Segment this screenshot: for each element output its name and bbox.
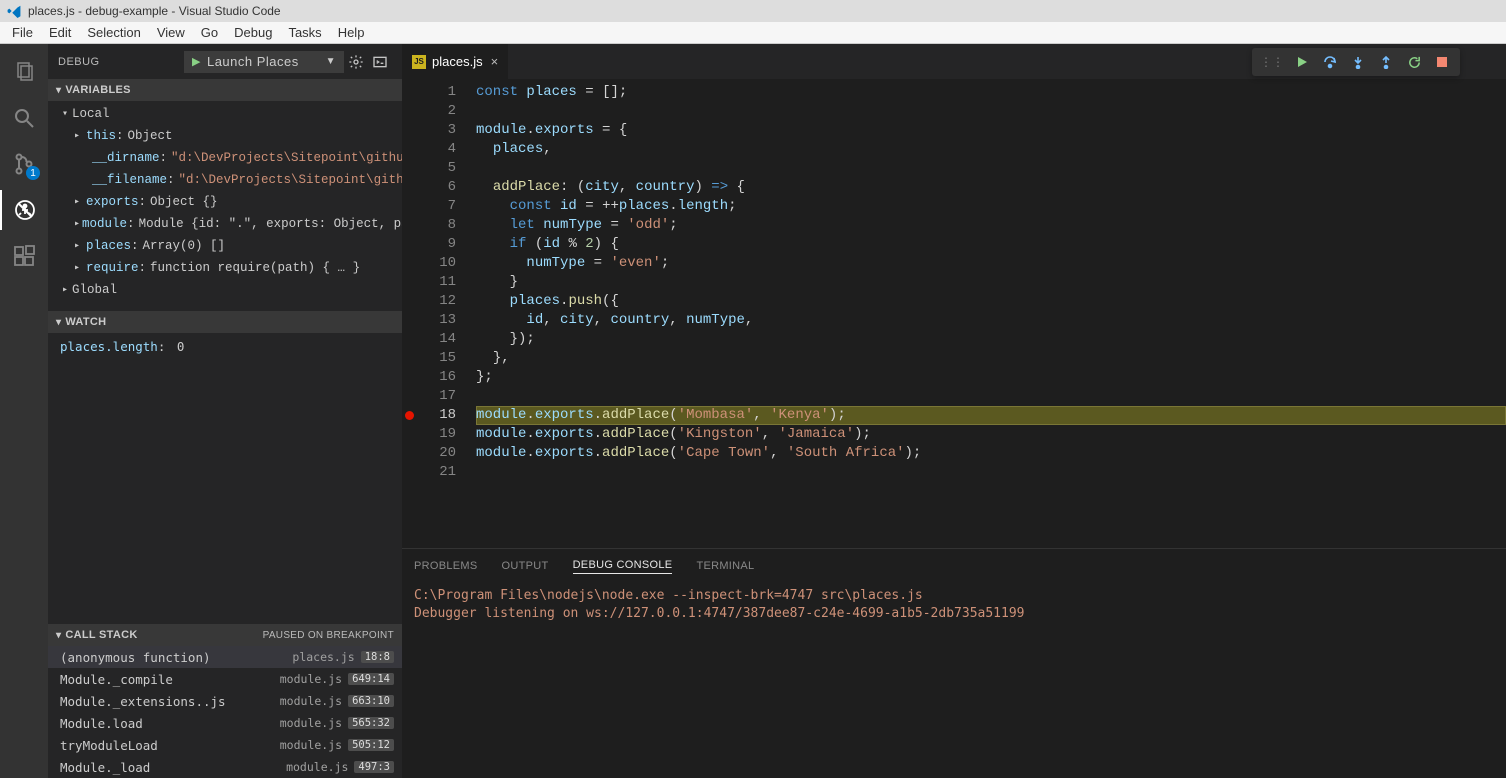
- chevron-down-icon: ▾: [56, 630, 61, 641]
- scope-global[interactable]: ▸ Global: [48, 279, 402, 301]
- start-debug-icon: ▶: [192, 55, 201, 68]
- step-over-button[interactable]: [1316, 48, 1344, 76]
- debug-console-output[interactable]: C:\Program Files\nodejs\node.exe --inspe…: [402, 583, 1506, 778]
- line-number-gutter: 123456789101112131415161718192021: [416, 79, 466, 548]
- tab-debug-console[interactable]: DEBUG CONSOLE: [573, 559, 673, 574]
- scope-label: Global: [72, 283, 117, 297]
- menu-file[interactable]: File: [4, 23, 41, 42]
- extensions-icon[interactable]: [0, 236, 48, 276]
- callstack-frame[interactable]: Module._loadmodule.js497:3: [48, 756, 402, 778]
- var-require[interactable]: ▸require: function require(path) { … }: [48, 257, 402, 279]
- menu-edit[interactable]: Edit: [41, 23, 79, 42]
- drag-handle-icon[interactable]: ⋮⋮: [1256, 55, 1288, 69]
- chevron-down-icon: ▾: [62, 108, 72, 120]
- chevron-down-icon: ▾: [56, 317, 61, 328]
- gear-icon[interactable]: [344, 50, 368, 74]
- menu-debug[interactable]: Debug: [226, 23, 280, 42]
- menu-go[interactable]: Go: [193, 23, 226, 42]
- debug-toolbar[interactable]: ⋮⋮: [1252, 48, 1460, 76]
- restart-button[interactable]: [1400, 48, 1428, 76]
- callstack-frame[interactable]: Module._compilemodule.js649:14: [48, 668, 402, 690]
- chevron-down-icon: ▼: [326, 56, 336, 67]
- var-module[interactable]: ▸module: Module {id: ".", exports: Objec…: [48, 213, 402, 235]
- editor-tabs: JS places.js × ⋮⋮: [402, 44, 1506, 79]
- callstack-frame[interactable]: tryModuleLoadmodule.js505:12: [48, 734, 402, 756]
- side-bar-header: DEBUG ▶ Launch Places ▼: [48, 44, 402, 79]
- editor-tab-places[interactable]: JS places.js ×: [402, 44, 508, 79]
- var-places[interactable]: ▸places: Array(0) []: [48, 235, 402, 257]
- console-icon[interactable]: [368, 50, 392, 74]
- menu-help[interactable]: Help: [330, 23, 373, 42]
- callstack-status: PAUSED ON BREAKPOINT: [263, 630, 394, 641]
- tab-output[interactable]: OUTPUT: [502, 560, 549, 572]
- variables-section: ▾ Local ▸this: Object __dirname: "d:\Dev…: [48, 101, 402, 311]
- panel-tabs: PROBLEMS OUTPUT DEBUG CONSOLE TERMINAL: [402, 549, 1506, 583]
- menu-view[interactable]: View: [149, 23, 193, 42]
- menu-bar: File Edit Selection View Go Debug Tasks …: [0, 22, 1506, 44]
- menu-tasks[interactable]: Tasks: [280, 23, 329, 42]
- side-bar: DEBUG ▶ Launch Places ▼ ▾ VARIABLES ▾ Lo…: [48, 44, 402, 778]
- vscode-icon: [6, 3, 22, 19]
- variables-section-header[interactable]: ▾ VARIABLES: [48, 79, 402, 101]
- scope-label: Local: [72, 107, 110, 121]
- editor-body[interactable]: 123456789101112131415161718192021 const …: [402, 79, 1506, 548]
- breakpoint-gutter[interactable]: [402, 79, 416, 548]
- callstack-frame[interactable]: (anonymous function)places.js18:8: [48, 646, 402, 668]
- watch-section-header[interactable]: ▾ WATCH: [48, 311, 402, 333]
- chevron-down-icon: ▾: [56, 85, 61, 96]
- watch-section: places.length: 0: [48, 333, 402, 624]
- var-filename[interactable]: __filename: "d:\DevProjects\Sitepoint\gi…: [48, 169, 402, 191]
- editor-area: JS places.js × ⋮⋮ 1234567891011121314151…: [402, 44, 1506, 778]
- explorer-icon[interactable]: [0, 52, 48, 92]
- stop-button[interactable]: [1428, 48, 1456, 76]
- search-icon[interactable]: [0, 98, 48, 138]
- watch-label: WATCH: [65, 316, 106, 328]
- tab-terminal[interactable]: TERMINAL: [696, 560, 754, 572]
- var-dirname[interactable]: __dirname: "d:\DevProjects\Sitepoint\git…: [48, 147, 402, 169]
- tab-label: places.js: [432, 54, 483, 69]
- step-into-button[interactable]: [1344, 48, 1372, 76]
- variables-label: VARIABLES: [65, 84, 130, 96]
- code-content[interactable]: const places = [];module.exports = { pla…: [466, 79, 1506, 548]
- debug-icon[interactable]: [0, 190, 48, 230]
- activity-bar: 1: [0, 44, 48, 778]
- title-bar: places.js - debug-example - Visual Studi…: [0, 0, 1506, 22]
- debug-title: DEBUG: [58, 56, 100, 68]
- scm-badge: 1: [26, 166, 40, 180]
- js-file-icon: JS: [412, 55, 426, 69]
- window-title: places.js - debug-example - Visual Studi…: [28, 4, 281, 18]
- tab-problems[interactable]: PROBLEMS: [414, 560, 478, 572]
- callstack-section-header[interactable]: ▾ CALL STACK PAUSED ON BREAKPOINT: [48, 624, 402, 646]
- source-control-icon[interactable]: 1: [0, 144, 48, 184]
- watch-item[interactable]: places.length: 0: [48, 335, 402, 357]
- launch-config-label: Launch Places: [207, 54, 299, 69]
- continue-button[interactable]: [1288, 48, 1316, 76]
- scope-local[interactable]: ▾ Local: [48, 103, 402, 125]
- callstack-section: (anonymous function)places.js18:8 Module…: [48, 646, 402, 778]
- callstack-frame[interactable]: Module.loadmodule.js565:32: [48, 712, 402, 734]
- callstack-label: CALL STACK: [65, 629, 137, 641]
- console-line: Debugger listening on ws://127.0.0.1:474…: [414, 605, 1494, 623]
- var-this[interactable]: ▸this: Object: [48, 125, 402, 147]
- close-icon[interactable]: ×: [491, 54, 499, 69]
- menu-selection[interactable]: Selection: [79, 23, 148, 42]
- console-line: C:\Program Files\nodejs\node.exe --inspe…: [414, 587, 1494, 605]
- var-exports[interactable]: ▸exports: Object {}: [48, 191, 402, 213]
- chevron-right-icon: ▸: [62, 284, 72, 296]
- callstack-frame[interactable]: Module._extensions..jsmodule.js663:10: [48, 690, 402, 712]
- bottom-panel: PROBLEMS OUTPUT DEBUG CONSOLE TERMINAL C…: [402, 548, 1506, 778]
- launch-config-dropdown[interactable]: ▶ Launch Places ▼: [184, 51, 344, 73]
- step-out-button[interactable]: [1372, 48, 1400, 76]
